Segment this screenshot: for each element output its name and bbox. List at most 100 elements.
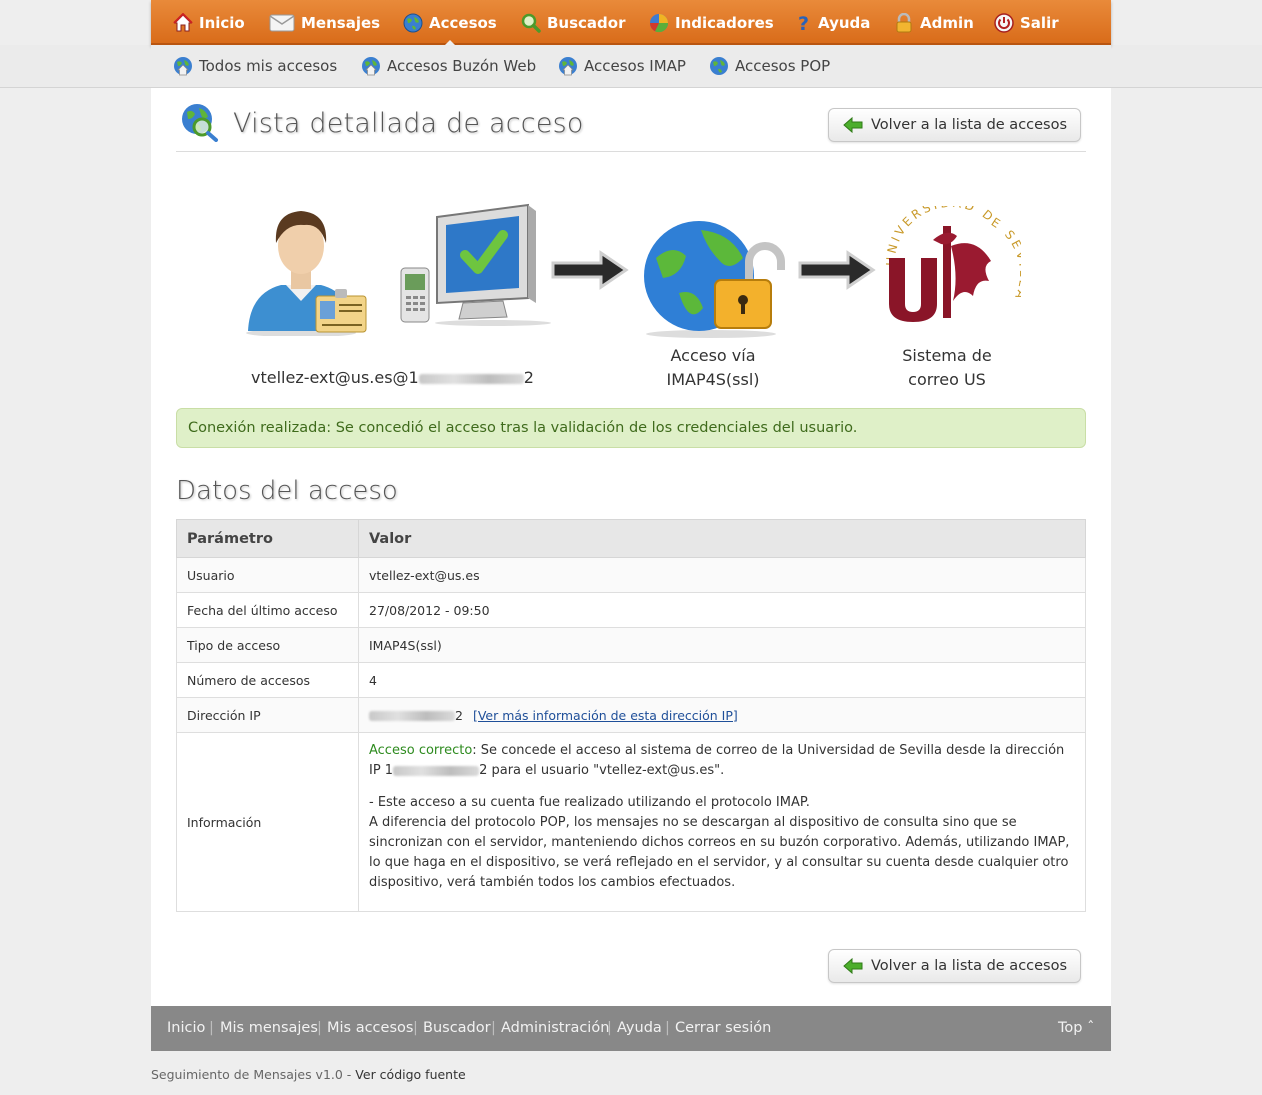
globe-magnifier-icon: [182, 104, 218, 142]
user-label: vtellez-ext@us.es@1 2: [251, 368, 534, 387]
section-title: Datos del acceso: [176, 476, 398, 506]
info-paragraph: - Este acceso a su cuenta fue realizado …: [369, 795, 1070, 890]
padlock-icon: [894, 12, 914, 33]
back-button-label: Volver a la lista de accesos: [871, 117, 1068, 133]
user-icon: [246, 211, 367, 336]
power-icon: [994, 12, 1014, 33]
nav-item-label: Mensajes: [301, 13, 381, 32]
globe-padlock-icon: [644, 221, 785, 338]
access-ok-label: Acceso correcto: [369, 743, 473, 758]
access-diagram: UNIVERSIDAD DE SEVILLA vtellez-ext@us.es…: [151, 198, 1111, 398]
redacted-ip: [393, 765, 480, 776]
main-content: Vista detallada de acceso Volver a la li…: [151, 88, 1111, 1006]
nav-item-label: Ayuda: [818, 13, 871, 32]
nav-item-label: Salir: [1020, 13, 1059, 32]
back-to-list-button-bottom[interactable]: Volver a la lista de accesos: [828, 949, 1082, 983]
subnav-item-pop[interactable]: Accesos POP: [709, 54, 830, 78]
access-data-table: Parámetro Valor Usuario vtellez-ext@us.e…: [176, 519, 1086, 912]
footer-link-buscador[interactable]: Buscador: [423, 1020, 491, 1036]
envelope-icon: [269, 13, 295, 33]
ip-info-link[interactable]: [Ver más información de esta dirección I…: [473, 708, 738, 723]
nav-item-label: Admin: [920, 13, 974, 32]
redacted-ip: [418, 373, 524, 384]
magnifier-icon: [521, 13, 541, 33]
value-cell: IMAP4S(ssl): [358, 627, 1086, 663]
param-cell: Dirección IP: [176, 697, 359, 733]
nav-item-label: Buscador: [547, 13, 626, 32]
info-paragraph: Acceso correcto: Se concede el acceso al…: [369, 743, 1065, 778]
subnav-item-imap[interactable]: Accesos IMAP: [558, 54, 686, 78]
subnav-item-label: Accesos IMAP: [584, 57, 686, 75]
table-row: Usuario vtellez-ext@us.es: [176, 557, 1086, 593]
footer-link-mis-mensajes[interactable]: Mis mensajes: [220, 1020, 318, 1036]
value-cell: 27/08/2012 - 09:50: [358, 592, 1086, 628]
nav-item-admin[interactable]: Admin: [894, 0, 974, 45]
subnav-item-label: Accesos Buzón Web: [387, 57, 537, 75]
table-row: Número de accesos 4: [176, 662, 1086, 698]
footer-link-cerrar-sesion[interactable]: Cerrar sesión: [675, 1020, 771, 1036]
monitor-check-icon: [435, 203, 551, 326]
column-header: Parámetro: [176, 519, 359, 558]
footer-link-mis-accesos[interactable]: Mis accesos: [327, 1020, 413, 1036]
page-title: Vista detallada de acceso: [233, 108, 584, 139]
nav-item-accesos[interactable]: Accesos: [403, 0, 497, 47]
footer: Inicio | Mis mensajes | Mis accesos | Bu…: [151, 1006, 1111, 1051]
table-row: Dirección IP 2 [Ver más información de e…: [176, 697, 1086, 733]
back-button-label: Volver a la lista de accesos: [871, 958, 1068, 974]
column-header: Valor: [358, 519, 1086, 558]
param-cell: Información: [176, 732, 359, 912]
success-alert: Conexión realizada: Se concedió el acces…: [176, 408, 1086, 448]
nav-item-label: Indicadores: [675, 13, 774, 32]
mail-system-label: Sistema de correo US: [902, 346, 992, 389]
redacted-ip: [369, 711, 455, 721]
nav-item-inicio[interactable]: Inicio: [173, 0, 245, 45]
arrow-left-icon: [843, 116, 863, 134]
back-to-list-button[interactable]: Volver a la lista de accesos: [828, 108, 1082, 142]
param-cell: Fecha del último acceso: [176, 592, 359, 628]
nav-item-ayuda[interactable]: ? Ayuda: [796, 0, 870, 45]
subnav-item-label: Todos mis accesos: [199, 57, 338, 75]
table-row: Tipo de acceso IMAP4S(ssl): [176, 627, 1086, 663]
value-cell: 4: [358, 662, 1086, 698]
nav-item-label: Accesos: [429, 13, 497, 32]
footer-link-administracion[interactable]: Administración: [501, 1020, 609, 1036]
sub-navigation: Todos mis accesos Accesos Buzón Web Acce…: [151, 45, 1111, 88]
nav-item-buscador[interactable]: Buscador: [521, 0, 626, 45]
arrow-left-icon: [843, 957, 863, 975]
param-cell: Número de accesos: [176, 662, 359, 698]
version-note: Seguimiento de Mensajes v1.0 - Ver códig…: [151, 1067, 466, 1082]
home-icon: [173, 12, 193, 33]
footer-link-ayuda[interactable]: Ayuda: [617, 1020, 662, 1036]
table-row: Información Acceso correcto: Se concede …: [176, 732, 1086, 912]
alert-text: Conexión realizada: Se concedió el acces…: [188, 420, 858, 436]
subnav-item-label: Accesos POP: [735, 57, 831, 75]
source-code-link[interactable]: Ver código fuente: [355, 1067, 465, 1082]
globe-icon: [403, 13, 423, 33]
arrow-right-icon: [551, 250, 629, 290]
globe-house-icon: [362, 57, 380, 76]
pie-chart-icon: [649, 13, 669, 33]
nav-item-mensajes[interactable]: Mensajes: [269, 0, 380, 45]
subnav-item-todos[interactable]: Todos mis accesos: [173, 54, 337, 78]
nav-item-salir[interactable]: Salir: [994, 0, 1059, 45]
access-type-label: Acceso vía IMAP4S(ssl): [666, 346, 760, 389]
subnav-item-buzon-web[interactable]: Accesos Buzón Web: [361, 54, 536, 78]
info-cell: Acceso correcto: Se concede el acceso al…: [358, 732, 1086, 912]
nav-item-indicadores[interactable]: Indicadores: [649, 0, 774, 45]
main-navigation: Inicio Mensajes Accesos Buscador Indicad…: [151, 0, 1111, 47]
arrow-right-icon: [798, 250, 876, 290]
help-icon: ?: [796, 13, 812, 33]
table-header-row: Parámetro Valor: [176, 519, 1086, 558]
globe-house-icon: [174, 57, 192, 76]
footer-link-inicio[interactable]: Inicio: [167, 1020, 205, 1036]
globe-icon: [710, 57, 728, 75]
university-logo: UNIVERSIDAD DE SEVILLA: [884, 206, 1021, 322]
param-cell: Usuario: [176, 557, 359, 593]
nav-item-label: Inicio: [199, 13, 245, 32]
svg-text:?: ?: [798, 13, 809, 33]
globe-house-icon: [559, 57, 577, 76]
footer-top-link[interactable]: Top ˆ: [1058, 1020, 1094, 1036]
value-cell: 2 [Ver más información de esta dirección…: [358, 697, 1086, 733]
param-cell: Tipo de acceso: [176, 627, 359, 663]
mobile-phone-icon: [400, 267, 430, 323]
